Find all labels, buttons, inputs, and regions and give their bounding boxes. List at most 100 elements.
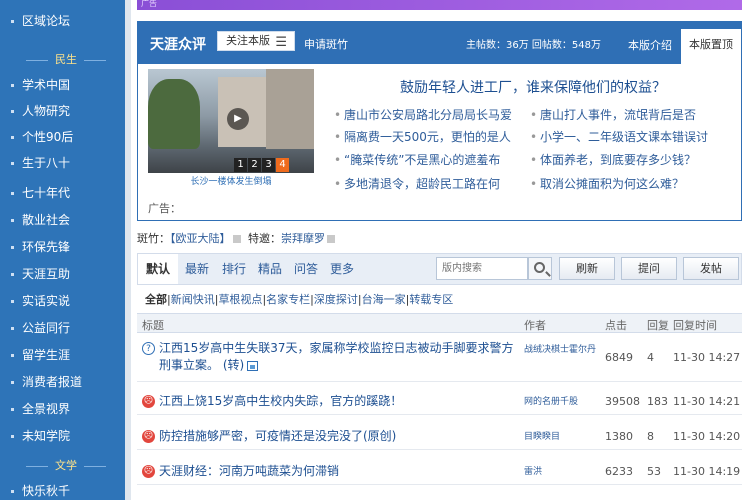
- special-guest-link[interactable]: 崇拜摩罗: [281, 232, 325, 245]
- col-author: 作者: [524, 319, 546, 332]
- news-link[interactable]: 体面养老，到底要存多少钱？: [530, 151, 720, 169]
- pager-2[interactable]: 2: [248, 158, 261, 172]
- top-banner-ad[interactable]: 广告: [137, 0, 742, 10]
- post-suffix: (转): [222, 358, 245, 372]
- board-logo: 天涯众评: [150, 37, 206, 53]
- feature-ad-label: 广告：: [148, 202, 181, 215]
- category-item[interactable]: 草根视点: [218, 293, 262, 306]
- sidebar-item[interactable]: 环保先锋: [0, 234, 125, 260]
- moderator-line: 斑竹：【欧亚大陆】 特邀：崇拜摩罗: [137, 230, 339, 246]
- post-reply-time: 11-30 14:27: [673, 351, 741, 364]
- sidebar-scrollbar[interactable]: [125, 0, 131, 500]
- tab-board-top[interactable]: 本版置顶: [681, 29, 741, 64]
- post-clicks: 39508: [605, 395, 640, 408]
- post-title[interactable]: 江西15岁高中生失联37天，家属称学校监控日志被动手脚要求警方刑事立案。 (转): [159, 340, 519, 374]
- news-link[interactable]: 取消公摊面积为何这么难？: [530, 175, 720, 193]
- photo-building: [266, 69, 314, 149]
- moderator-marker-icon: [232, 235, 241, 243]
- photo-caption[interactable]: 长沙一楼体发生倒塌: [148, 174, 314, 187]
- category-filter: 全部|新闻快讯|草根视点|名家专栏|深度探讨|台海一家|转载专区: [145, 293, 454, 306]
- category-item[interactable]: 台海一家: [362, 293, 406, 306]
- pager-1[interactable]: 1: [234, 158, 247, 172]
- tab-featured[interactable]: 精品: [258, 254, 282, 284]
- sidebar-item[interactable]: 未知学院: [0, 423, 125, 449]
- tab-board-intro[interactable]: 本版介绍: [628, 37, 672, 53]
- tab-default[interactable]: 默认: [138, 254, 179, 284]
- sidebar-item[interactable]: 个性90后: [0, 124, 125, 150]
- sidebar-item[interactable]: 生于八十: [0, 150, 125, 176]
- category-item[interactable]: 转载专区: [409, 293, 453, 306]
- list-toolbar: 默认 最新 排行 精品 问答 更多 刷新 提问 发帖: [137, 253, 742, 285]
- table-row[interactable]: ☹ 防控措施够严密，可疫情还是没完没了(原创) 目睽睽目 1380 8 11-3…: [137, 424, 742, 450]
- featured-headline[interactable]: 鼓励年轻人进工厂，谁来保障他们的权益？: [328, 77, 738, 97]
- news-link[interactable]: 隔离费一天500元，更怕的是人: [334, 128, 524, 146]
- board-search-input[interactable]: [436, 257, 528, 280]
- sidebar-section-wenxue: 文学: [26, 458, 106, 474]
- pager-4[interactable]: 4: [276, 158, 289, 172]
- news-link[interactable]: “腌菜传统”不是黑心的遮羞布: [334, 151, 524, 169]
- post-button[interactable]: 发帖: [683, 257, 739, 280]
- sidebar-item[interactable]: 学术中国: [0, 72, 125, 98]
- apply-moderator-link[interactable]: 申请斑竹: [304, 36, 348, 52]
- tab-qa[interactable]: 问答: [294, 254, 318, 284]
- sidebar-item-region-forum[interactable]: 区域论坛: [0, 8, 125, 34]
- sidebar-item[interactable]: 实话实说: [0, 288, 125, 314]
- post-title[interactable]: 天涯财经：河南万吨蔬菜为何滞销: [159, 463, 519, 480]
- category-all[interactable]: 全部: [145, 293, 167, 306]
- category-item[interactable]: 新闻快讯: [171, 293, 215, 306]
- news-link[interactable]: 唐山市公安局路北分局局长马爱: [334, 106, 524, 124]
- post-author[interactable]: 网的名册千股: [524, 396, 604, 408]
- post-reply-time: 11-30 14:19: [673, 465, 741, 478]
- col-replies: 回复: [647, 319, 669, 332]
- news-link[interactable]: 唐山打人事件，流氓背后是否: [530, 106, 720, 124]
- banner-ad-label: 广告: [141, 0, 157, 8]
- pager-3[interactable]: 3: [262, 158, 275, 172]
- table-row[interactable]: ☹ 江西上饶15岁高中生校内失踪，官方的蹊跷！ 网的名册千股 39508 183…: [137, 389, 742, 415]
- post-author[interactable]: 雷洪: [524, 466, 604, 478]
- play-icon[interactable]: ▶: [227, 108, 249, 130]
- moderator-link[interactable]: 【欧亚大陆】: [170, 232, 231, 245]
- sidebar-item[interactable]: 人物研究: [0, 98, 125, 124]
- post-clicks: 1380: [605, 430, 633, 443]
- sidebar-item[interactable]: 公益同行: [0, 315, 125, 341]
- follow-board-button[interactable]: 关注本版 ☰: [217, 31, 295, 51]
- post-author[interactable]: 目睽睽目: [524, 431, 604, 443]
- sidebar-item[interactable]: 消费者报道: [0, 369, 125, 395]
- featured-photo[interactable]: ▶ 1234: [148, 69, 314, 173]
- board-stats: 主帖数：36万 回帖数：548万: [466, 40, 601, 51]
- sidebar-item[interactable]: 散业社会: [0, 207, 125, 233]
- post-replies: 53: [647, 465, 661, 478]
- tab-latest[interactable]: 最新: [185, 254, 209, 284]
- category-item[interactable]: 名家专栏: [266, 293, 310, 306]
- sidebar-item[interactable]: 七十年代: [0, 180, 125, 206]
- post-title-text: 天涯财经：河南万吨蔬菜为何滞销: [159, 464, 340, 478]
- post-title-text: 江西上饶15岁高中生校内失踪，官方的蹊跷！: [159, 394, 403, 408]
- sidebar-item[interactable]: 全景视界: [0, 396, 125, 422]
- menu-icon: ☰: [275, 35, 287, 50]
- table-row[interactable]: ☹ 天涯财经：河南万吨蔬菜为何滞销 雷洪 6233 53 11-30 14:19: [137, 459, 742, 485]
- special-label: 特邀：: [248, 232, 281, 245]
- sidebar-item[interactable]: 留学生涯: [0, 342, 125, 368]
- post-author[interactable]: 战绒决棋士霍尔丹: [524, 344, 604, 356]
- post-title-text: 防控措施够严密，可疫情还是没完没了(原创): [159, 429, 397, 443]
- image-icon: [247, 360, 259, 371]
- post-title[interactable]: 江西上饶15岁高中生校内失踪，官方的蹊跷！: [159, 393, 519, 410]
- table-row[interactable]: ? 江西15岁高中生失联37天，家属称学校监控日志被动手脚要求警方刑事立案。 (…: [137, 336, 742, 382]
- sidebar-item[interactable]: 天涯互助: [0, 261, 125, 287]
- photo-tree: [148, 79, 200, 149]
- tab-ranking[interactable]: 排行: [222, 254, 246, 284]
- tab-more[interactable]: 更多: [330, 254, 354, 284]
- news-link[interactable]: 小学一、二年级语文课本错误讨: [530, 128, 720, 146]
- post-title[interactable]: 防控措施够严密，可疫情还是没完没了(原创): [159, 428, 519, 445]
- search-icon: [534, 262, 545, 273]
- news-link[interactable]: 多地清退令，超龄民工路在何: [334, 175, 524, 193]
- hot-icon: ☹: [142, 395, 155, 408]
- category-item[interactable]: 深度探讨: [314, 293, 358, 306]
- ask-button[interactable]: 提问: [621, 257, 677, 280]
- search-button[interactable]: [528, 257, 552, 280]
- special-marker-icon: [327, 235, 335, 243]
- refresh-button[interactable]: 刷新: [559, 257, 615, 280]
- question-icon: ?: [142, 342, 155, 355]
- post-clicks: 6233: [605, 465, 633, 478]
- sidebar-item[interactable]: 快乐秋千: [0, 478, 125, 500]
